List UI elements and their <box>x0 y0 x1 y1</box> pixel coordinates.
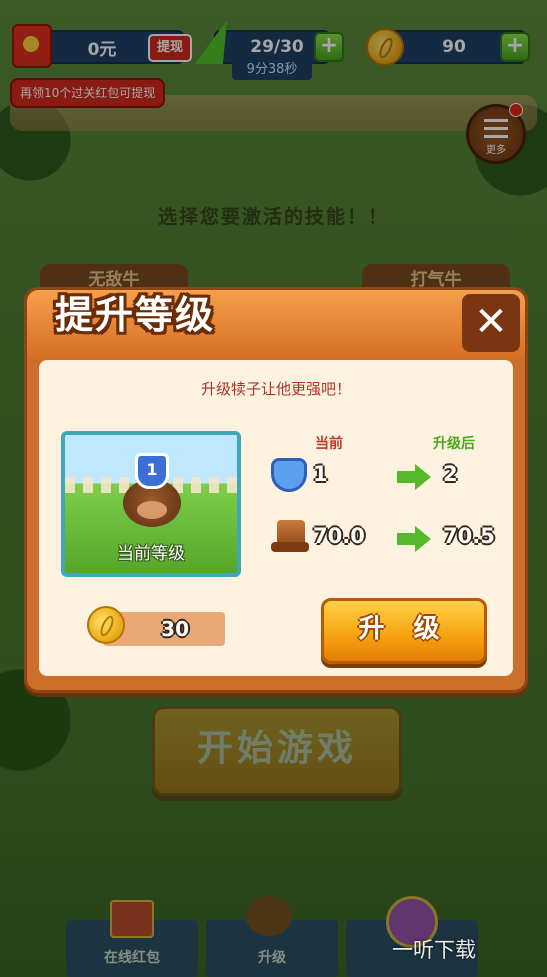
modal-header: 提升等级 ✕ <box>27 290 525 358</box>
level-shield-icon <box>271 458 307 492</box>
calf-portrait: 1 当前等级 <box>61 431 241 577</box>
arrow-icon <box>397 464 431 490</box>
speed-boot-icon <box>271 520 309 552</box>
close-button[interactable]: ✕ <box>462 294 520 352</box>
upgrade-button[interactable]: 升 级 <box>321 598 487 664</box>
modal-title: 提升等级 <box>55 293 216 337</box>
after-header: 升级后 <box>433 436 475 452</box>
coin-icon <box>87 606 125 644</box>
speed-current: 70.0 <box>313 524 365 548</box>
arrow-icon <box>397 526 431 552</box>
current-header: 当前 <box>315 436 343 452</box>
level-current: 1 <box>313 462 328 486</box>
close-icon: ✕ <box>474 299 508 345</box>
watermark-text: 一听下载 <box>392 938 476 962</box>
modal-subtitle: 升级犊子让他更强吧！ <box>200 380 351 398</box>
level-after: 2 <box>443 462 458 486</box>
level-badge: 1 <box>135 453 169 489</box>
speed-after: 70.5 <box>443 524 495 548</box>
watermark: 一听下载 <box>392 934 476 964</box>
portrait-label: 当前等级 <box>117 544 185 564</box>
modal-body: 升级犊子让他更强吧！ 1 当前等级 当前 升级后 1 2 70.0 70.5 3… <box>39 360 513 676</box>
upgrade-modal: 提升等级 ✕ 升级犊子让他更强吧！ 1 当前等级 当前 升级后 1 2 70.0… <box>24 287 528 693</box>
